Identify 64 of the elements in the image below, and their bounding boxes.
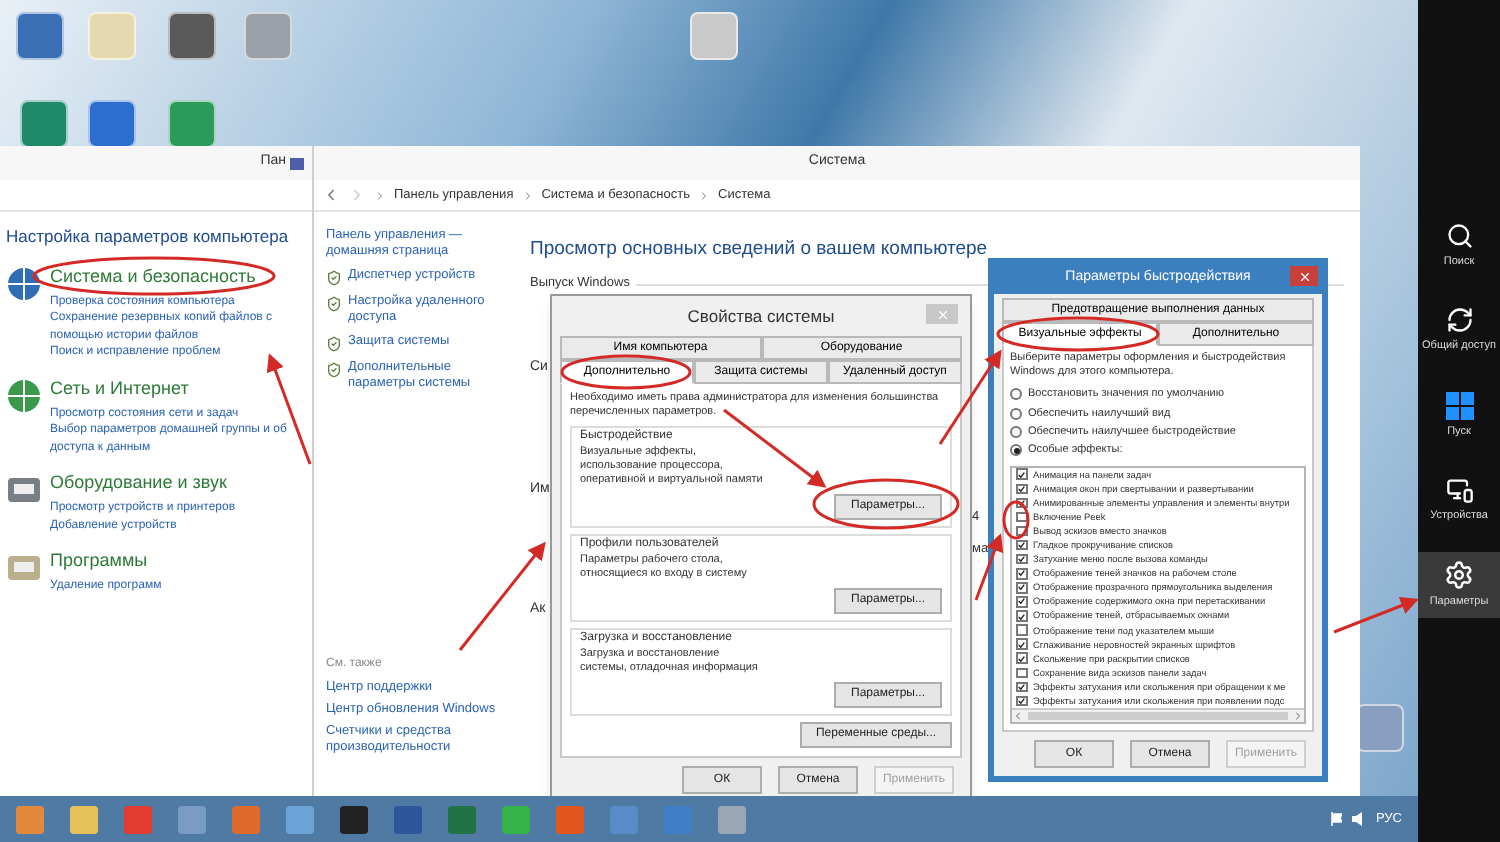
annotation-ellipse: [560, 354, 692, 390]
annotation-arrow: [723, 408, 827, 488]
checkbox[interactable]: [1016, 511, 1027, 523]
devices-icon: [1445, 475, 1473, 504]
annotation-arrow: [974, 533, 1004, 601]
desktop-shortcut-icon[interactable]: [168, 12, 216, 60]
shield-icon: [326, 362, 342, 378]
separator-icon: [698, 189, 710, 201]
desktop-shortcut-icon[interactable]: [20, 100, 68, 148]
section-heading: Настройка параметров компьютера: [6, 224, 291, 250]
dialog-title: Свойства системы: [687, 303, 835, 329]
page-heading: Просмотр основных сведений о вашем компьютере: [530, 236, 990, 264]
taskbar-app-icon[interactable]: [340, 805, 368, 833]
annotation-arrow: [458, 541, 546, 651]
annotation-arrow: [1333, 597, 1419, 634]
flag-icon: [1329, 812, 1342, 826]
shield-icon: [326, 270, 342, 286]
radio-button[interactable]: [1010, 444, 1022, 457]
checkbox[interactable]: [1016, 638, 1027, 650]
radio-button[interactable]: [1010, 426, 1022, 439]
close-button[interactable]: [1290, 266, 1318, 286]
shield-icon: [326, 336, 342, 352]
network-globe-icon: [6, 377, 42, 414]
checkbox[interactable]: [1016, 695, 1027, 707]
scroll-right-icon[interactable]: [1292, 710, 1304, 723]
category-link[interactable]: Оборудование и звук: [50, 472, 227, 495]
checkbox[interactable]: [1016, 483, 1027, 495]
checkbox[interactable]: [1016, 553, 1027, 565]
checkbox[interactable]: [1016, 596, 1027, 608]
checkbox[interactable]: [1016, 624, 1027, 636]
separator-icon: [521, 189, 534, 201]
windows-logo-icon: [1445, 391, 1473, 419]
checkbox[interactable]: [1016, 582, 1027, 594]
category-link[interactable]: Сеть и Интернет: [50, 377, 189, 400]
category-link[interactable]: Система и безопасность: [50, 265, 256, 288]
checkbox[interactable]: [1016, 667, 1027, 679]
checkbox[interactable]: [1016, 525, 1027, 537]
radio-button[interactable]: [1010, 407, 1022, 420]
separator-icon: [374, 189, 386, 201]
annotation-ellipse: [1002, 500, 1030, 540]
desktop-shortcut-icon[interactable]: [16, 12, 64, 60]
circular-arrows-icon: [1445, 306, 1473, 335]
horizontal-scrollbar[interactable]: [1012, 708, 1304, 723]
radio-button[interactable]: [1010, 388, 1022, 401]
settings-icon: [1444, 560, 1474, 590]
desktop-shortcut-icon[interactable]: [88, 100, 136, 148]
desktop-shortcut-icon[interactable]: [168, 100, 216, 148]
checkbox[interactable]: [1016, 539, 1027, 551]
speaker-icon: [1351, 812, 1366, 826]
taskbar-app-icon[interactable]: [70, 805, 98, 833]
checkbox[interactable]: [1016, 610, 1027, 622]
checkbox[interactable]: [1016, 468, 1027, 480]
shield-icon: [326, 296, 342, 312]
checkbox[interactable]: [1016, 681, 1027, 693]
search-icon: [1445, 222, 1473, 250]
globe-icon: [6, 265, 42, 302]
annotation-arrow: [266, 353, 312, 465]
checkbox[interactable]: [1016, 497, 1027, 509]
desktop-shortcut-icon[interactable]: [1356, 704, 1404, 752]
checkbox[interactable]: [1016, 652, 1027, 664]
close-icon[interactable]: [1297, 269, 1311, 283]
back-icon[interactable]: [322, 186, 340, 204]
checkbox[interactable]: [1016, 568, 1027, 580]
category-link[interactable]: Программы: [50, 550, 148, 573]
